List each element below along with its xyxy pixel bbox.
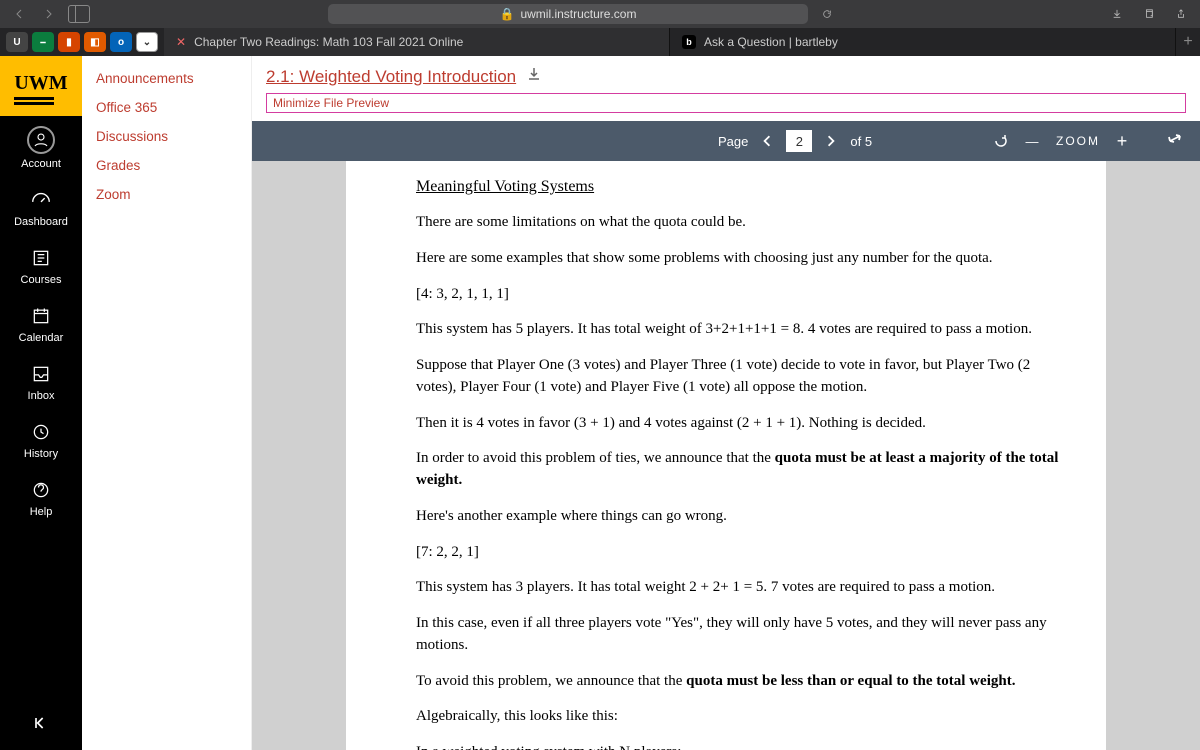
nav-courses[interactable]: Courses xyxy=(0,236,82,294)
tab-canvas[interactable]: ✕ Chapter Two Readings: Math 103 Fall 20… xyxy=(164,28,670,56)
zoom-label: ZOOM xyxy=(1056,134,1100,148)
rotate-button[interactable] xyxy=(992,132,1010,150)
doc-para: To avoid this problem, we announce that … xyxy=(416,671,1066,693)
tab-label: Ask a Question | bartleby xyxy=(704,35,838,49)
inbox-icon xyxy=(29,362,53,386)
pdf-viewport[interactable]: Meaningful Voting Systems There are some… xyxy=(252,161,1200,750)
tab-bartleby[interactable]: b Ask a Question | bartleby xyxy=(670,28,1176,56)
prev-page-button[interactable] xyxy=(758,132,776,150)
doc-para: There are some limitations on what the q… xyxy=(416,212,1066,234)
reload-button[interactable] xyxy=(816,4,838,24)
next-page-button[interactable] xyxy=(822,132,840,150)
doc-para: Algebraically, this looks like this: xyxy=(416,706,1066,728)
new-tab-button[interactable]: + xyxy=(1176,28,1200,56)
course-nav-discussions[interactable]: Discussions xyxy=(82,122,251,151)
minimize-preview-button[interactable]: Minimize File Preview xyxy=(266,93,1186,113)
global-nav: UWM Account Dashboard Courses Calendar I… xyxy=(0,56,82,750)
url-field[interactable]: 🔒 uwmil.instructure.com xyxy=(328,4,808,24)
doc-para: This system has 3 players. It has total … xyxy=(416,577,1066,599)
nav-dashboard[interactable]: Dashboard xyxy=(0,178,82,236)
avatar-icon xyxy=(27,126,55,154)
course-nav-announcements[interactable]: Announcements xyxy=(82,64,251,93)
pinned-tab[interactable]: U xyxy=(6,32,28,52)
pinned-tab[interactable]: ▮ xyxy=(58,32,80,52)
zoom-in-button[interactable]: + xyxy=(1114,132,1132,150)
back-button[interactable] xyxy=(8,4,30,24)
browser-toolbar: 🔒 uwmil.instructure.com xyxy=(0,0,1200,28)
doc-para: This system has 5 players. It has total … xyxy=(416,319,1066,341)
download-file-icon[interactable] xyxy=(526,66,542,87)
tab-label: Chapter Two Readings: Math 103 Fall 2021… xyxy=(194,35,463,49)
page-label: Page xyxy=(718,134,748,149)
pinned-tabs: U ⎯ ▮ ◧ o ⌄ xyxy=(0,28,164,56)
course-nav: Announcements Office 365 Discussions Gra… xyxy=(82,56,252,750)
nav-account[interactable]: Account xyxy=(0,116,82,178)
pdf-page: Meaningful Voting Systems There are some… xyxy=(346,161,1106,750)
calendar-icon xyxy=(29,304,53,328)
doc-heading: Meaningful Voting Systems xyxy=(416,175,1066,198)
sidebar-toggle-button[interactable] xyxy=(68,4,90,24)
page-title-link[interactable]: 2.1: Weighted Voting Introduction xyxy=(266,67,516,87)
pinned-tab[interactable]: ⌄ xyxy=(136,32,158,52)
doc-para: [7: 2, 2, 1] xyxy=(416,542,1066,564)
tab-strip: U ⎯ ▮ ◧ o ⌄ ✕ Chapter Two Readings: Math… xyxy=(0,28,1200,56)
nav-history[interactable]: History xyxy=(0,410,82,468)
doc-para: [4: 3, 2, 1, 1, 1] xyxy=(416,284,1066,306)
lock-icon: 🔒 xyxy=(500,7,515,21)
history-icon xyxy=(29,420,53,444)
download-button[interactable] xyxy=(1106,4,1128,24)
doc-para: In order to avoid this problem of ties, … xyxy=(416,448,1066,492)
courses-icon xyxy=(29,246,53,270)
page-number-input[interactable] xyxy=(786,130,812,152)
fullscreen-button[interactable] xyxy=(1166,132,1184,150)
help-icon xyxy=(29,478,53,502)
doc-para: Then it is 4 votes in favor (3 + 1) and … xyxy=(416,413,1066,435)
doc-para: Suppose that Player One (3 votes) and Pl… xyxy=(416,355,1066,399)
bartleby-icon: b xyxy=(682,35,696,49)
nav-inbox[interactable]: Inbox xyxy=(0,352,82,410)
brand-logo[interactable]: UWM xyxy=(0,56,82,116)
nav-help[interactable]: Help xyxy=(0,468,82,526)
page-total: of 5 xyxy=(850,134,872,149)
content-area: 2.1: Weighted Voting Introduction Minimi… xyxy=(252,56,1200,750)
pinned-tab[interactable]: ⎯ xyxy=(32,32,54,52)
doc-para: Here's another example where things can … xyxy=(416,506,1066,528)
dashboard-icon xyxy=(29,188,53,212)
course-nav-zoom[interactable]: Zoom xyxy=(82,180,251,209)
doc-para: In this case, even if all three players … xyxy=(416,613,1066,657)
forward-button[interactable] xyxy=(38,4,60,24)
collapse-nav-button[interactable] xyxy=(31,701,51,750)
url-text: uwmil.instructure.com xyxy=(520,7,636,21)
tabs-overview-button[interactable] xyxy=(1138,4,1160,24)
pdf-toolbar: Page of 5 — ZOOM + xyxy=(252,121,1200,161)
close-icon[interactable]: ✕ xyxy=(176,35,186,49)
pinned-tab[interactable]: ◧ xyxy=(84,32,106,52)
course-nav-grades[interactable]: Grades xyxy=(82,151,251,180)
zoom-out-button[interactable]: — xyxy=(1024,132,1042,150)
pinned-tab[interactable]: o xyxy=(110,32,132,52)
doc-para: In a weighted voting system with N playe… xyxy=(416,742,1066,750)
course-nav-office365[interactable]: Office 365 xyxy=(82,93,251,122)
doc-para: Here are some examples that show some pr… xyxy=(416,248,1066,270)
nav-calendar[interactable]: Calendar xyxy=(0,294,82,352)
share-button[interactable] xyxy=(1170,4,1192,24)
